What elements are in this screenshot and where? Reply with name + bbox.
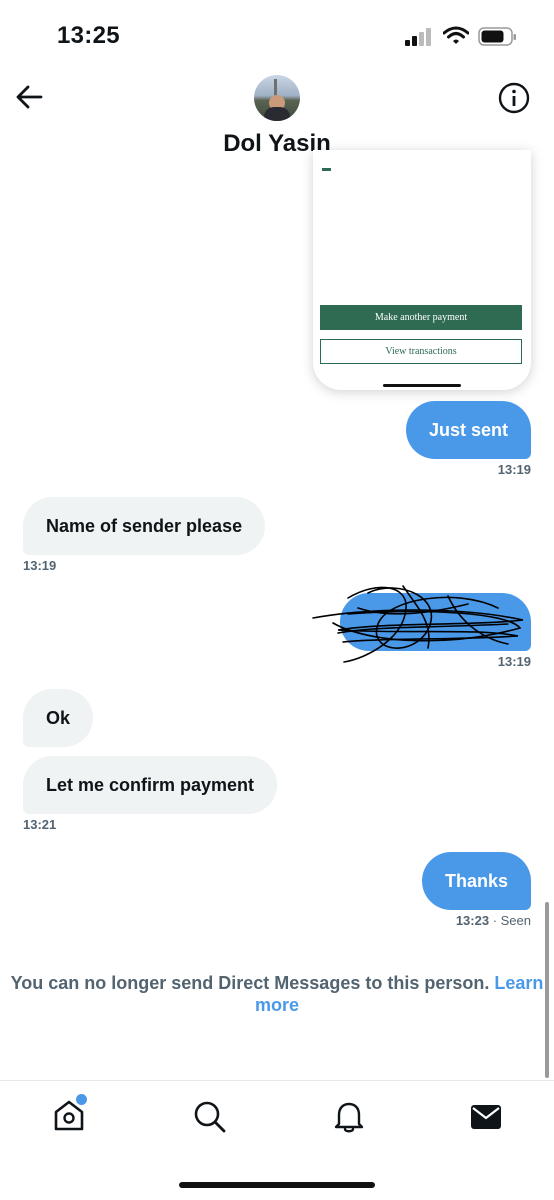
attachment-home-indicator <box>383 384 461 387</box>
notice-text: You can no longer send Direct Messages t… <box>10 973 490 993</box>
message-bubble-outgoing[interactable]: Thanks <box>421 852 531 910</box>
message-bubble-incoming[interactable]: Ok <box>23 689 94 747</box>
wifi-icon <box>443 26 469 44</box>
messages-envelope-icon[interactable] <box>470 1104 502 1130</box>
message-timestamp: 13:19 <box>497 462 531 477</box>
home-notification-dot <box>76 1094 87 1105</box>
message-timestamp: 13:21 <box>23 817 57 832</box>
message-timestamp: 13:19 <box>23 558 57 573</box>
scribble-redaction <box>312 585 524 663</box>
cellular-signal-icon <box>405 28 433 46</box>
info-icon[interactable] <box>498 82 530 114</box>
status-time: 13:25 <box>57 22 120 49</box>
dm-restricted-notice: You can no longer send Direct Messages t… <box>0 972 554 1016</box>
message-bubble-incoming[interactable]: Let me confirm payment <box>23 756 278 814</box>
home-indicator[interactable] <box>179 1182 375 1188</box>
attachment-fragment <box>322 168 331 171</box>
message-timestamp: 13:19 <box>497 654 531 669</box>
message-bubble-outgoing[interactable]: Just sent <box>405 401 531 459</box>
tab-bar-divider <box>0 1080 554 1081</box>
back-arrow-icon[interactable] <box>15 84 43 110</box>
view-transactions-button: View transactions <box>320 339 522 364</box>
message-status: 13:23 · Seen <box>456 913 531 928</box>
message-bubble-incoming[interactable]: Name of sender please <box>23 497 266 555</box>
notifications-bell-icon[interactable] <box>333 1100 365 1134</box>
search-icon[interactable] <box>193 1100 227 1134</box>
seen-indicator: · Seen <box>492 913 531 928</box>
avatar[interactable] <box>254 75 300 121</box>
make-another-payment-button: Make another payment <box>320 305 522 330</box>
battery-icon <box>478 27 516 46</box>
message-timestamp: 13:23 <box>455 913 490 928</box>
